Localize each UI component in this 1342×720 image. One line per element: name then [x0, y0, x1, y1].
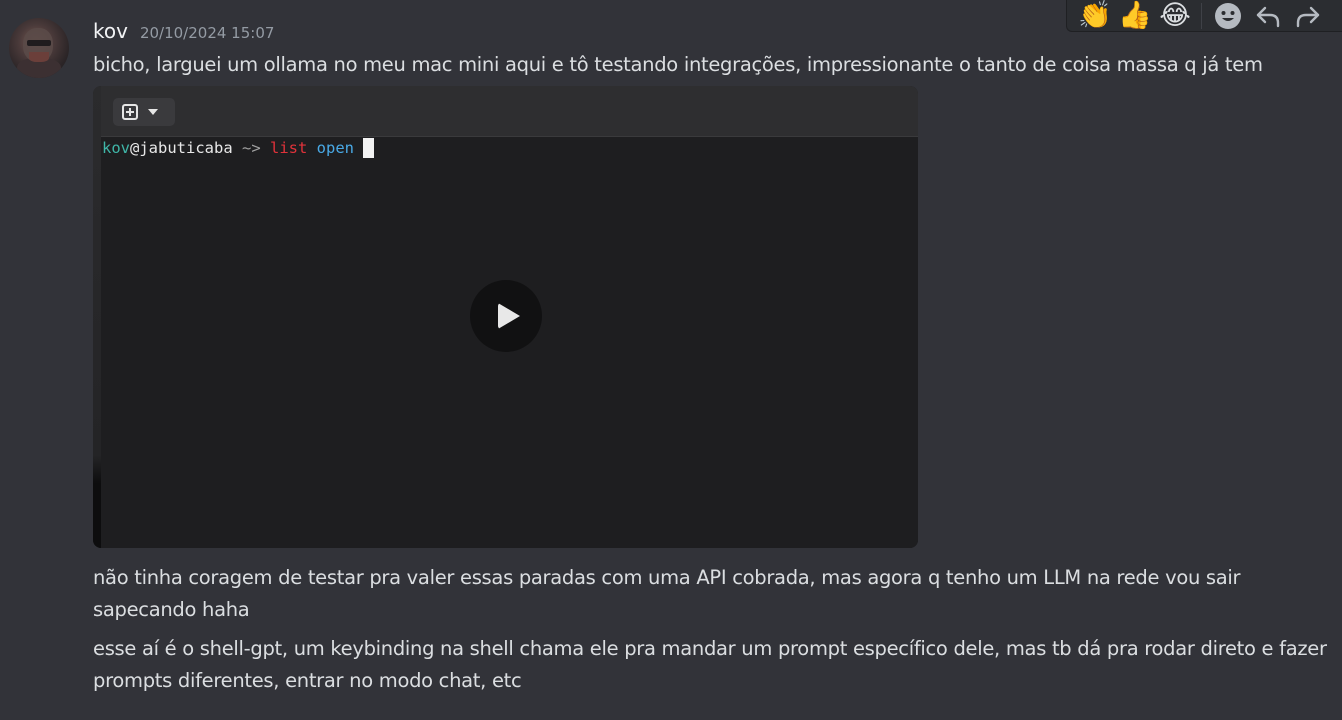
- thumbs-up-icon[interactable]: 👍: [1115, 0, 1155, 32]
- video-attachment[interactable]: kov@jabuticaba ~> list open: [93, 86, 918, 548]
- message-header: kov 20/10/2024 15:07: [93, 19, 274, 45]
- timestamp: 20/10/2024 15:07: [139, 24, 275, 42]
- add-reaction-icon[interactable]: [1208, 0, 1248, 32]
- prompt-host: @jabuticaba: [130, 139, 233, 157]
- message-toolbar: 👏 👍 😂: [1066, 0, 1342, 32]
- clapping-hands-icon[interactable]: 👏: [1075, 0, 1115, 32]
- username[interactable]: kov: [93, 19, 128, 43]
- tears-of-joy-icon[interactable]: 😂: [1155, 0, 1195, 32]
- new-tab-button: [113, 98, 175, 126]
- play-button[interactable]: [470, 280, 542, 352]
- forward-icon[interactable]: [1288, 0, 1328, 32]
- avatar[interactable]: [9, 18, 69, 78]
- toolbar-divider: [1201, 2, 1202, 29]
- prompt-user: kov: [102, 139, 130, 157]
- chevron-down-icon: [148, 109, 158, 115]
- plus-icon: [122, 104, 138, 120]
- terminal-cursor: [363, 138, 375, 158]
- message-text-line-2: não tinha coragem de testar pra valer es…: [93, 566, 1241, 621]
- terminal-titlebar: [101, 86, 918, 137]
- prompt-arrow: ~>: [232, 139, 270, 157]
- prompt-argument: open: [316, 139, 354, 157]
- terminal-prompt: kov@jabuticaba ~> list open: [102, 138, 375, 158]
- reply-icon[interactable]: [1248, 0, 1288, 32]
- video-edge: [93, 86, 101, 548]
- play-icon: [498, 303, 520, 329]
- prompt-command: list: [269, 139, 308, 157]
- message-text-line-1: bicho, larguei um ollama no meu mac mini…: [93, 53, 1263, 76]
- message-text-line-3: esse aí é o shell-gpt, um keybinding na …: [93, 637, 1327, 692]
